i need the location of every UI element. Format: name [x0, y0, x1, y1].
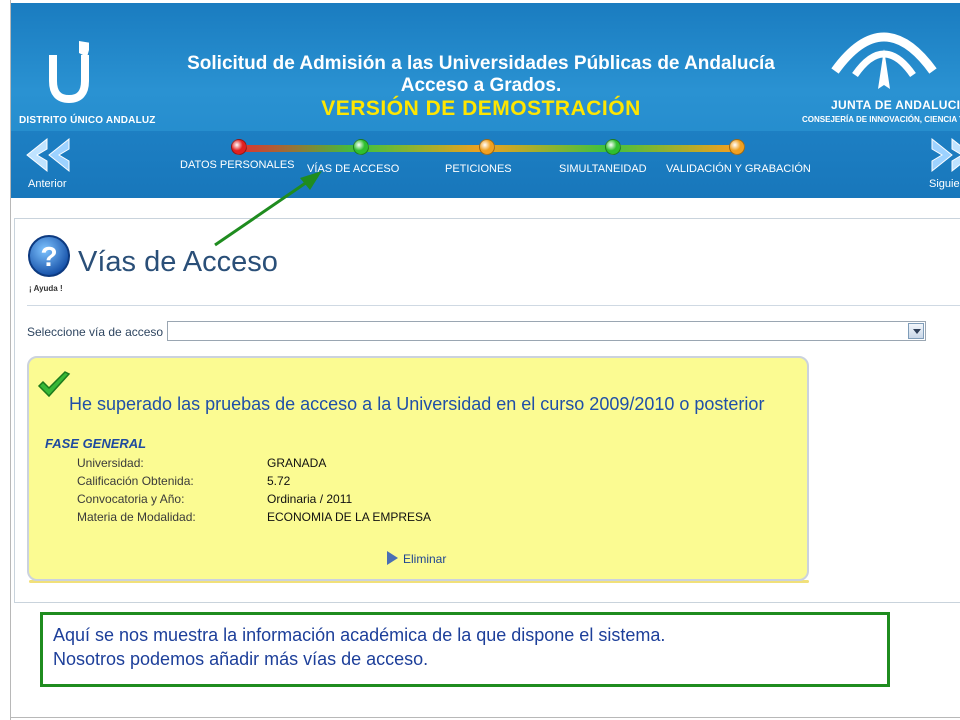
step-progress-bar: [229, 139, 749, 155]
progress-segment-2: [357, 145, 482, 152]
step-dot-peticiones[interactable]: [479, 139, 495, 155]
junta-emblem-icon: [831, 32, 937, 89]
page-title: Vías de Acceso: [78, 246, 278, 278]
field-label-calificacion: Calificación Obtenida:: [77, 474, 194, 488]
junta-andalucia-logo: JUNTA DE ANDALUCIA CONSEJERÍA DE INNOVAC…: [799, 13, 960, 133]
junta-name: JUNTA DE ANDALUCIA: [831, 98, 960, 112]
step-simultaneidad[interactable]: SIMULTANEIDAD: [559, 163, 647, 175]
help-label: ¡ Ayuda !: [29, 284, 63, 293]
demo-label: VERSIÓN DE DEMOSTRACIÓN: [321, 97, 641, 120]
delete-label: Eliminar: [403, 552, 447, 566]
field-label-materia: Materia de Modalidad:: [77, 510, 196, 524]
next-label: Siguie: [929, 178, 960, 190]
note-line-1: Aquí se nos muestra la información acadé…: [53, 625, 666, 645]
step-dot-validacion[interactable]: [729, 139, 745, 155]
progress-segment-4: [607, 145, 732, 152]
field-value-calificacion: 5.72: [267, 474, 291, 488]
play-arrow-icon: [387, 551, 398, 565]
title-divider: [27, 305, 960, 306]
app-header: DISTRITO ÚNICO ANDALUZ Anterior Solicitu…: [11, 3, 960, 198]
step-labels: DATOS PERSONALES VÍAS DE ACCESO PETICION…: [11, 159, 960, 177]
field-value-materia: ECONOMIA DE LA EMPRESA: [267, 510, 432, 524]
step-validacion-grabacion[interactable]: VALIDACIÓN Y GRABACIÓN: [666, 163, 811, 175]
progress-segment-3: [482, 145, 607, 152]
access-route-card: He superado las pruebas de acceso a la U…: [27, 356, 809, 581]
distrito-unico-logo: DISTRITO ÚNICO ANDALUZ: [17, 31, 155, 131]
checkmark-icon: [37, 371, 71, 398]
title-line-1: Solicitud de Admisión a las Universidade…: [187, 53, 775, 74]
screen: DISTRITO ÚNICO ANDALUZ Anterior Solicitu…: [0, 0, 960, 720]
field-value-convocatoria: Ordinaria / 2011: [267, 492, 353, 506]
annotation-note: Aquí se nos muestra la información acadé…: [40, 612, 890, 687]
help-button[interactable]: ? ¡ Ayuda !: [27, 232, 73, 298]
access-route-select[interactable]: [167, 321, 926, 341]
logo-label: DISTRITO ÚNICO ANDALUZ: [19, 115, 156, 126]
frame-border-bottom: [10, 717, 960, 718]
previous-label: Anterior: [28, 178, 67, 190]
junta-department: CONSEJERÍA DE INNOVACIÓN, CIENCIA Y EMP: [802, 115, 960, 124]
step-vias-de-acceso[interactable]: VÍAS DE ACCESO: [307, 163, 399, 175]
progress-segment-1: [237, 145, 357, 152]
access-route-title: He superado las pruebas de acceso a la U…: [69, 394, 765, 414]
svg-text:?: ?: [40, 241, 57, 272]
step-dot-vias-de-acceso[interactable]: [353, 139, 369, 155]
step-peticiones[interactable]: PETICIONES: [445, 163, 512, 175]
phase-heading: FASE GENERAL: [45, 436, 147, 451]
header-title: Solicitud de Admisión a las Universidade…: [161, 53, 801, 121]
field-label-convocatoria: Convocatoria y Año:: [77, 492, 185, 506]
title-line-2: Acceso a Grados.: [400, 75, 562, 96]
field-label-universidad: Universidad:: [77, 456, 144, 470]
help-question-icon: ?: [28, 235, 70, 277]
du-logo-icon: [49, 41, 89, 103]
access-route-label: Seleccione vía de acceso: [27, 325, 164, 339]
field-value-universidad: GRANADA: [267, 456, 327, 470]
step-dot-simultaneidad[interactable]: [605, 139, 621, 155]
step-dot-datos-personales[interactable]: [231, 139, 247, 155]
step-datos-personales[interactable]: DATOS PERSONALES: [180, 159, 295, 171]
note-line-2: Nosotros podemos añadir más vías de acce…: [53, 649, 429, 669]
main-content: ? ¡ Ayuda ! Vías de Acceso Seleccione ví…: [14, 218, 960, 603]
